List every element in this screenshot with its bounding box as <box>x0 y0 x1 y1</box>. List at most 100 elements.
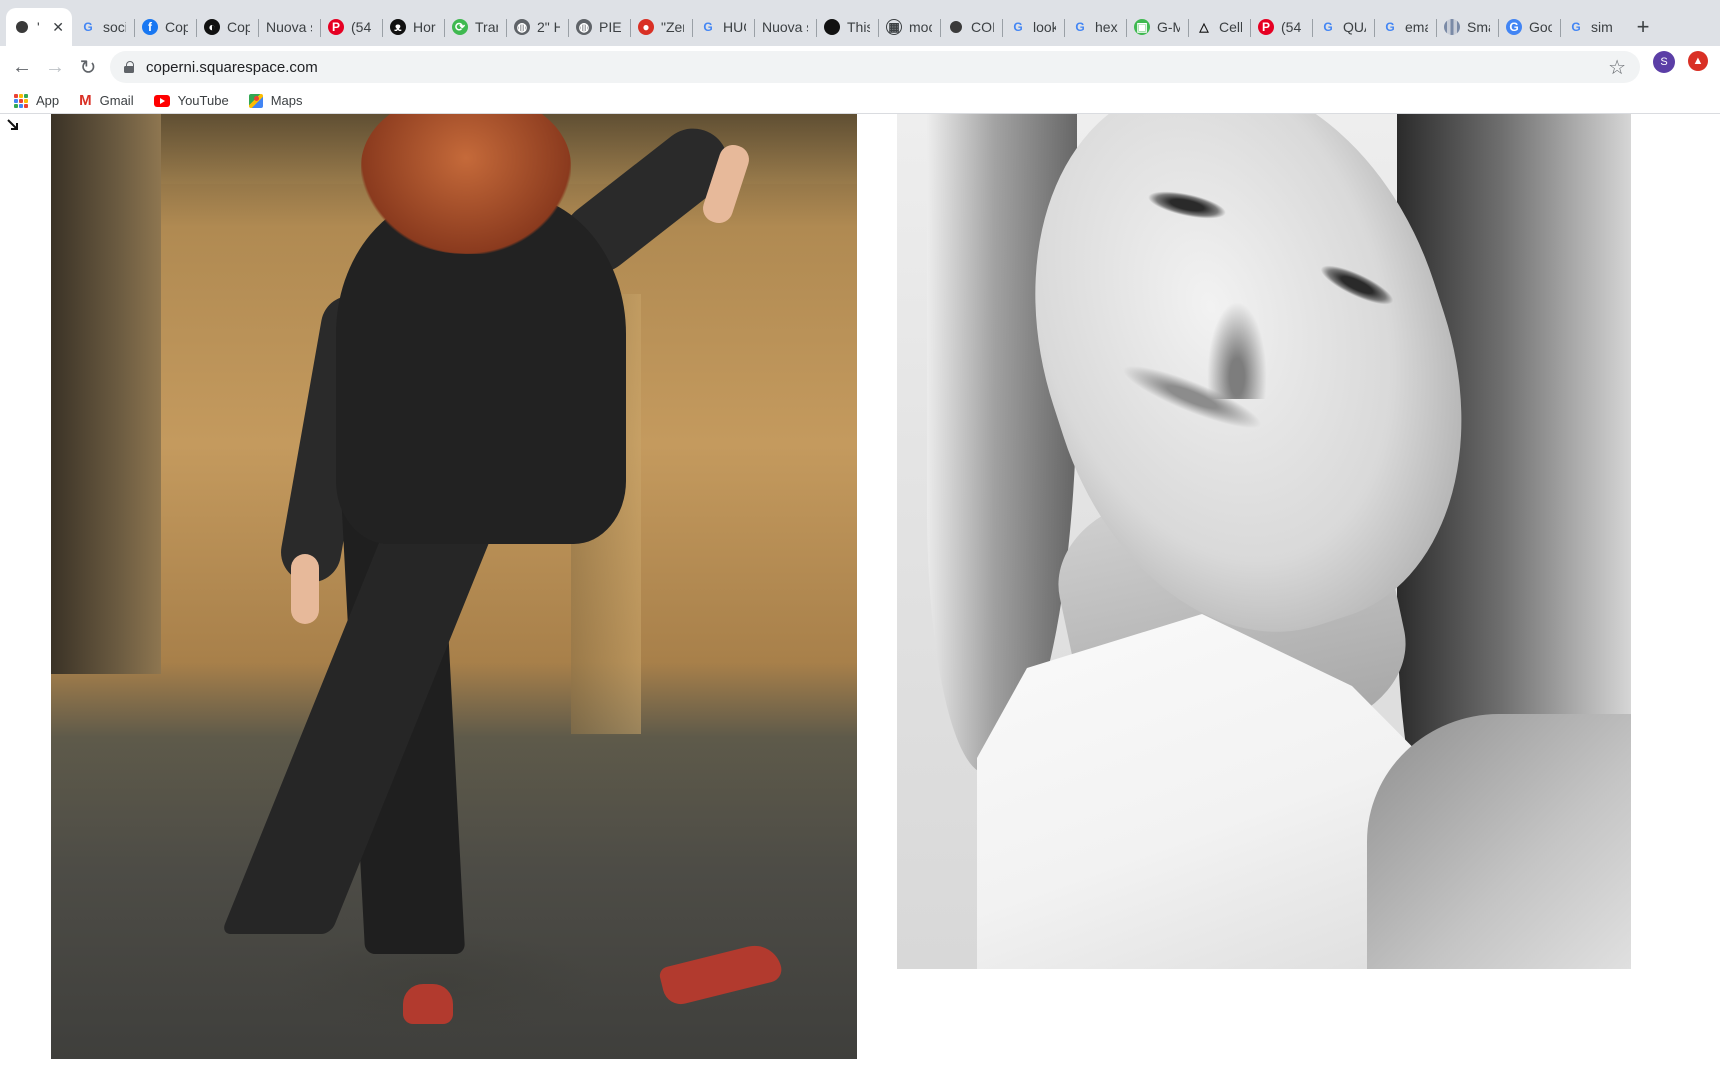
tab-16[interactable]: Glook <box>1002 8 1064 46</box>
tab-title: ' <box>37 19 40 35</box>
url-text: coperni.squarespace.com <box>146 58 318 76</box>
tab-title: Hor <box>413 19 436 35</box>
tab-title: Goo <box>1529 19 1552 35</box>
tab-title: ema <box>1405 19 1428 35</box>
reload-icon: ↻ <box>79 56 97 79</box>
tab-0[interactable]: ' ✕ <box>6 8 72 46</box>
tab-9[interactable]: ◍ PIET <box>568 8 630 46</box>
swirl-icon: ◐ <box>204 19 220 35</box>
bookmark-label: Maps <box>270 93 303 108</box>
tab-25[interactable]: Gsim <box>1560 8 1622 46</box>
tab-title: (54 <box>1281 19 1302 35</box>
tab-7[interactable]: ⟳ Trar <box>444 8 506 46</box>
tab-title: PIET <box>599 19 622 35</box>
tab-3[interactable]: ◐ Cop <box>196 8 258 46</box>
claw-icon: ᴥ <box>390 19 406 35</box>
cube-favicon-icon <box>947 18 965 36</box>
tab-23[interactable]: Sma <box>1436 8 1498 46</box>
tab-title: This <box>847 19 870 35</box>
tab-12[interactable]: Nuova s <box>754 8 816 46</box>
new-tab-button[interactable]: + <box>1626 8 1660 46</box>
tab-10[interactable]: ● "Zer <box>630 8 692 46</box>
tab-title: QUA <box>1343 19 1366 35</box>
bars-icon <box>1444 19 1460 35</box>
bookmark-apps[interactable]: App <box>14 93 59 108</box>
tab-21[interactable]: G QUA <box>1312 8 1374 46</box>
tab-5[interactable]: P (54 <box>320 8 382 46</box>
tab-title: HUG <box>723 19 746 35</box>
green-app-icon: ▣ <box>1134 19 1150 35</box>
extension-icon[interactable]: ▲ <box>1688 51 1708 71</box>
tab-title: soci <box>103 19 126 35</box>
tab-title: Sma <box>1467 19 1490 35</box>
tab-20[interactable]: P (54 <box>1250 8 1312 46</box>
fashion-photo-full-body[interactable] <box>51 114 857 1059</box>
pinterest-icon: P <box>328 19 344 35</box>
tab-14[interactable]: ▦ moc <box>878 8 940 46</box>
bookmark-label: YouTube <box>177 93 229 108</box>
google-icon: G <box>1323 20 1333 34</box>
address-bar[interactable]: coperni.squarespace.com ☆ <box>110 51 1640 83</box>
gmail-icon: M <box>79 92 92 109</box>
bookmark-label: Gmail <box>99 93 134 108</box>
back-button[interactable]: ← <box>6 51 38 83</box>
close-tab-icon[interactable]: ✕ <box>52 19 64 36</box>
tab-title: Nuova s <box>266 19 312 35</box>
google-icon: G <box>703 20 713 34</box>
triangle-icon: △ <box>1199 20 1209 34</box>
portrait-photo-bw[interactable] <box>897 114 1631 969</box>
maps-icon <box>248 93 263 108</box>
tab-17[interactable]: Ghex <box>1064 8 1126 46</box>
expand-arrow-icon[interactable] <box>6 118 20 132</box>
tab-title: (54 <box>351 19 372 35</box>
tab-title: G-M <box>1157 19 1180 35</box>
globe-icon: ◍ <box>576 19 592 35</box>
forward-button[interactable]: → <box>39 51 71 83</box>
tab-22[interactable]: Gema <box>1374 8 1436 46</box>
bookmark-label: App <box>36 93 60 108</box>
pinterest-icon: P <box>1258 19 1274 35</box>
tab-24[interactable]: G Goo <box>1498 8 1560 46</box>
tab-1[interactable]: Gsoci <box>72 8 134 46</box>
google-icon: G <box>1385 20 1395 34</box>
tab-6[interactable]: ᴥ Hor <box>382 8 444 46</box>
tab-18[interactable]: ▣ G-M <box>1126 8 1188 46</box>
bookmark-maps[interactable]: Maps <box>248 93 303 108</box>
bookmark-youtube[interactable]: YouTube <box>153 93 229 108</box>
arrow-right-icon: → <box>45 55 65 78</box>
lock-icon <box>124 61 134 73</box>
tab-title: Cop <box>227 19 250 35</box>
tab-title: look <box>1033 19 1056 35</box>
tab-2[interactable]: f Cop <box>134 8 196 46</box>
tab-title: Cell <box>1219 19 1242 35</box>
facebook-icon: f <box>142 19 158 35</box>
profile-avatar[interactable]: S <box>1653 51 1675 73</box>
arrow-left-icon: ← <box>12 55 32 78</box>
translate-icon: ⟳ <box>452 19 468 35</box>
box-icon: ▦ <box>886 19 902 35</box>
reload-button[interactable]: ↻ <box>72 51 104 83</box>
google-icon: G <box>1571 20 1581 34</box>
tab-11[interactable]: G HUG <box>692 8 754 46</box>
tab-title: hex <box>1095 19 1118 35</box>
translate-icon: G <box>1506 19 1522 35</box>
tab-19[interactable]: △ Cell <box>1188 8 1250 46</box>
tab-title: Cop <box>165 19 188 35</box>
bookmarks-bar: App M Gmail YouTube Maps <box>0 88 1720 114</box>
tab-strip: ' ✕ Gsoci f Cop ◐ Cop Nuova s P (54 ᴥ Hor ⟳ T… <box>0 0 1720 46</box>
bookmark-gmail[interactable]: M Gmail <box>79 92 133 109</box>
tab-title: Nuova s <box>762 19 808 35</box>
bookmark-star-icon[interactable]: ☆ <box>1608 55 1626 80</box>
tab-15[interactable]: COI <box>940 8 1002 46</box>
tab-title: "Zer <box>661 19 684 35</box>
page-content <box>0 114 1720 1073</box>
tab-title: sim <box>1591 19 1613 35</box>
black-square-icon <box>824 19 840 35</box>
tab-4[interactable]: Nuova s <box>258 8 320 46</box>
tab-13[interactable]: This <box>816 8 878 46</box>
tab-8[interactable]: ◍ 2" H <box>506 8 568 46</box>
tab-title: moc <box>909 19 932 35</box>
cube-favicon-icon <box>13 18 31 36</box>
tab-title: 2" H <box>537 19 560 35</box>
youtube-icon <box>153 94 170 107</box>
